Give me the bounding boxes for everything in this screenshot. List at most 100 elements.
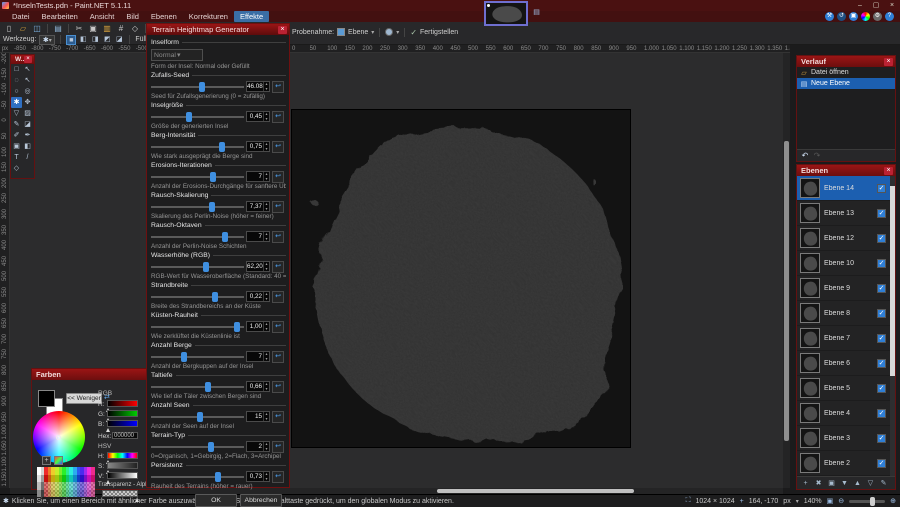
close-button[interactable]: × xyxy=(884,1,900,11)
slider-thumb[interactable] xyxy=(212,292,218,302)
spin-down-icon[interactable]: ▾ xyxy=(264,147,269,152)
reset-button[interactable]: ↩ xyxy=(272,81,284,93)
slider-track[interactable] xyxy=(151,170,244,183)
pencil-tool[interactable]: ✐ xyxy=(11,130,22,141)
slider-thumb[interactable] xyxy=(222,232,228,242)
recolor-tool[interactable]: ◧ xyxy=(22,141,33,152)
print-button[interactable]: ▤ xyxy=(52,23,64,34)
history-item[interactable]: ▱Datei öffnen xyxy=(797,67,895,78)
layer-visibility-checkbox[interactable]: ✓ xyxy=(877,384,886,393)
magic-wand-tool[interactable]: ✱ xyxy=(11,97,22,108)
chevron-down-icon[interactable]: ▾ xyxy=(65,458,68,464)
selection-mode-invert[interactable]: ◪ xyxy=(114,35,124,45)
blue-channel-bar[interactable] xyxy=(107,420,138,427)
slider-thumb[interactable] xyxy=(208,442,214,452)
spinner[interactable]: ▴▾ xyxy=(263,172,269,181)
slider-track[interactable] xyxy=(151,320,244,333)
deselect-button[interactable]: ◇ xyxy=(129,23,141,34)
layer-row[interactable]: Ebene 6✓ xyxy=(797,351,895,376)
slider-value-box[interactable]: 0,73▴▾ xyxy=(246,471,270,482)
ok-button[interactable]: OK xyxy=(195,494,237,507)
spinner[interactable]: ▴▾ xyxy=(263,202,269,211)
layer-properties-button[interactable]: ✎ xyxy=(878,478,889,489)
color-picker-tool[interactable]: ✒ xyxy=(22,130,33,141)
open-file-button[interactable]: ▱ xyxy=(17,23,29,34)
reset-button[interactable]: ↩ xyxy=(272,111,284,123)
active-image-tab[interactable] xyxy=(484,1,528,26)
slider-track[interactable] xyxy=(151,440,244,453)
layers-scrollbar[interactable] xyxy=(890,176,895,476)
slider-thumb[interactable] xyxy=(219,142,225,152)
slider-value-box[interactable]: 2▴▾ xyxy=(246,441,270,452)
reset-button[interactable]: ↩ xyxy=(272,261,284,273)
zoom-tool[interactable]: ◎ xyxy=(22,86,33,97)
chevron-down-icon[interactable]: ▾ xyxy=(796,498,799,505)
gradient-tool[interactable]: ▨ xyxy=(22,108,33,119)
reset-button[interactable]: ↩ xyxy=(272,381,284,393)
maximize-button[interactable]: ▢ xyxy=(868,1,884,11)
layer-row[interactable]: Ebene 14✓ xyxy=(797,176,895,201)
zoom-to-window-icon[interactable]: ▣ xyxy=(827,497,834,505)
image-list-button[interactable]: ▤ xyxy=(532,8,541,17)
move-tool[interactable]: ↖ xyxy=(22,75,33,86)
slider-thumb[interactable] xyxy=(197,412,203,422)
flood-fill-icon[interactable] xyxy=(385,28,393,36)
slider-thumb[interactable] xyxy=(203,262,209,272)
layer-row[interactable]: Ebene 3✓ xyxy=(797,426,895,451)
spinner[interactable]: ▴▾ xyxy=(263,382,269,391)
add-layer-button[interactable]: + xyxy=(800,478,811,489)
alpha-bar[interactable] xyxy=(102,490,138,497)
palette-swatch[interactable] xyxy=(91,482,95,490)
slider-thumb[interactable] xyxy=(186,112,192,122)
slider-track[interactable] xyxy=(151,470,244,483)
spinner[interactable]: ▴▾ xyxy=(263,142,269,151)
palette-menu-button[interactable] xyxy=(54,456,63,465)
spinner[interactable]: ▴▾ xyxy=(263,442,269,451)
layers-window-toggle[interactable]: ▣ xyxy=(849,12,858,21)
history-window-toggle[interactable]: ↺ xyxy=(837,12,846,21)
add-palette-color-button[interactable]: + xyxy=(42,456,51,465)
menu-ebenen[interactable]: Ebenen xyxy=(145,11,183,22)
close-icon[interactable]: × xyxy=(278,26,287,34)
less-button[interactable]: << Weniger xyxy=(66,393,102,404)
spin-down-icon[interactable]: ▾ xyxy=(264,327,269,332)
slider-track[interactable] xyxy=(151,140,244,153)
spin-down-icon[interactable]: ▾ xyxy=(264,387,269,392)
hue-bar[interactable] xyxy=(107,452,138,459)
duplicate-layer-button[interactable]: ▣ xyxy=(826,478,837,489)
zoom-in-icon[interactable]: ⊕ xyxy=(890,497,896,505)
slider-track[interactable] xyxy=(151,410,244,423)
undo-icon[interactable]: ↶ xyxy=(801,151,809,160)
colors-window-toggle[interactable] xyxy=(861,12,870,21)
spin-down-icon[interactable]: ▾ xyxy=(264,237,269,242)
menu-bearbeiten[interactable]: Bearbeiten xyxy=(36,11,84,22)
reset-button[interactable]: ↩ xyxy=(272,141,284,153)
slider-value-box[interactable]: 0,66▴▾ xyxy=(246,381,270,392)
canvas-image[interactable] xyxy=(292,110,630,447)
cut-button[interactable]: ✂ xyxy=(73,23,85,34)
layer-visibility-checkbox[interactable]: ✓ xyxy=(877,209,886,218)
reset-button[interactable]: ↩ xyxy=(272,411,284,423)
red-channel-bar[interactable] xyxy=(107,400,138,407)
spin-down-icon[interactable]: ▾ xyxy=(264,477,269,482)
layer-row[interactable]: Ebene 12✓ xyxy=(797,226,895,251)
reset-button[interactable]: ↩ xyxy=(272,351,284,363)
slider-thumb[interactable] xyxy=(205,382,211,392)
active-tool-dropdown[interactable]: ✱▾ xyxy=(39,35,55,45)
chevron-down-icon[interactable]: ▾ xyxy=(371,29,374,36)
selection-mode-replace[interactable]: ■ xyxy=(66,35,76,45)
chevron-down-icon[interactable]: ▾ xyxy=(396,29,399,36)
sampling-source-dropdown[interactable]: Ebene xyxy=(348,29,368,36)
layer-visibility-checkbox[interactable]: ✓ xyxy=(877,309,886,318)
layer-row[interactable]: Ebene 10✓ xyxy=(797,251,895,276)
layer-row[interactable]: Ebene 5✓ xyxy=(797,376,895,401)
minimize-button[interactable]: – xyxy=(852,1,868,11)
slider-track[interactable] xyxy=(151,380,244,393)
slider-thumb[interactable] xyxy=(234,322,240,332)
menu-ansicht[interactable]: Ansicht xyxy=(84,11,121,22)
spinner[interactable]: ▴▾ xyxy=(263,472,269,481)
spinner[interactable]: ▴▾ xyxy=(263,232,269,241)
copy-button[interactable]: ▣ xyxy=(87,23,99,34)
slider-value-box[interactable]: 46.080▴▾ xyxy=(246,81,270,92)
layer-visibility-checkbox[interactable]: ✓ xyxy=(877,434,886,443)
